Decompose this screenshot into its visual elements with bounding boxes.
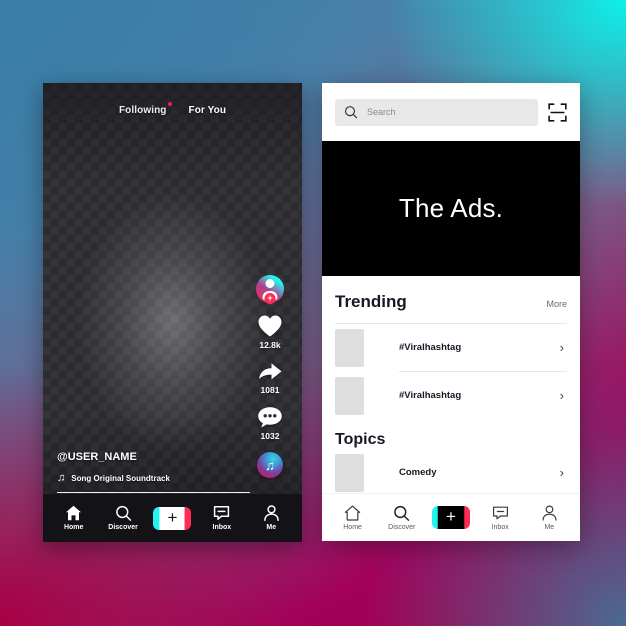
nav-item-inbox[interactable]: Inbox <box>478 505 522 531</box>
music-disc-button[interactable]: ♫ <box>250 452 290 478</box>
bottom-nav-right: Home Discover + Inbox Me <box>322 493 580 541</box>
share-count: 1081 <box>260 385 280 395</box>
new-content-dot-icon <box>167 102 172 106</box>
plus-create-icon[interactable]: + <box>153 506 192 530</box>
hashtag-thumbnail <box>335 328 364 367</box>
profile-avatar-icon: + <box>256 275 284 304</box>
nav-item-me[interactable]: Me <box>527 505 571 531</box>
search-input[interactable]: Search <box>335 98 538 126</box>
like-count: 12.8k <box>259 340 281 350</box>
nav-item-discover[interactable]: Discover <box>101 505 145 531</box>
tab-following-label: Following <box>118 105 167 116</box>
avatar-follow-button[interactable]: + <box>250 275 290 304</box>
nav-label-home: Home <box>343 523 362 531</box>
search-bar: Search <box>322 83 580 141</box>
music-disc-icon: ♫ <box>257 452 283 478</box>
hashtag-label: #Viralhashtag <box>399 390 462 401</box>
nav-label-discover: Discover <box>108 524 138 531</box>
search-icon <box>394 505 410 521</box>
share-arrow-icon <box>259 363 282 380</box>
song-row[interactable]: ♫ Song Original Soundtrack <box>57 472 170 484</box>
comment-bubble-icon <box>258 407 282 428</box>
plus-create-icon[interactable]: + <box>431 506 470 529</box>
plus-glyph: + <box>446 507 456 526</box>
nav-item-inbox[interactable]: Inbox <box>200 505 244 531</box>
nav-item-home[interactable]: Home <box>331 505 375 531</box>
topics-title: Topics <box>335 431 386 448</box>
hashtag-label: #Viralhashtag <box>399 342 462 353</box>
scan-qr-icon[interactable] <box>548 102 567 122</box>
search-placeholder: Search <box>367 107 396 117</box>
tiktok-feed-screen: Following For You + 12.8k 1081 1032 ♫ @U… <box>43 83 302 542</box>
share-button[interactable]: 1081 <box>250 361 290 395</box>
nav-label-me: Me <box>544 523 555 531</box>
ads-banner-text: The Ads. <box>398 193 504 223</box>
list-item[interactable]: #Viralhashtag › <box>335 324 567 371</box>
nav-item-discover[interactable]: Discover <box>380 505 424 531</box>
song-title-label: Song Original Soundtrack <box>71 473 170 483</box>
search-icon <box>344 106 358 119</box>
nav-label-me: Me <box>266 524 277 531</box>
action-rail: + 12.8k 1081 1032 ♫ <box>250 275 290 489</box>
video-caption: @USER_NAME ♫ Song Original Soundtrack <box>57 451 170 484</box>
trending-title: Trending <box>335 292 407 311</box>
chevron-right-icon: › <box>559 388 564 403</box>
plus-glyph: + <box>167 507 178 527</box>
comment-button[interactable]: 1032 <box>250 406 290 441</box>
comment-count: 1032 <box>260 431 280 441</box>
chevron-right-icon: › <box>559 465 564 480</box>
topic-label: Comedy <box>399 467 437 478</box>
avatar-head-shape <box>265 279 275 288</box>
chevron-right-icon: › <box>559 340 564 355</box>
topic-thumbnail <box>335 453 364 492</box>
trending-section: Trending More #Viralhashtag › #Viralhash… <box>322 276 580 496</box>
music-note-icon: ♫ <box>57 472 66 484</box>
tab-following[interactable]: Following <box>118 102 172 116</box>
inbox-icon <box>214 506 230 520</box>
tab-for-you-label: For You <box>188 105 227 116</box>
follow-plus-badge[interactable]: + <box>264 293 276 304</box>
caption-divider <box>57 491 250 493</box>
tiktok-discover-screen: Search The Ads. Trending More #Viralhash… <box>322 83 580 541</box>
feed-tabs: Following For You <box>43 102 302 116</box>
nav-label-home: Home <box>63 524 84 531</box>
home-icon <box>344 505 361 521</box>
nav-label-inbox: Inbox <box>491 523 509 531</box>
nav-item-create[interactable]: + <box>150 506 194 530</box>
hashtag-thumbnail <box>335 376 364 415</box>
tab-for-you[interactable]: For You <box>189 105 227 116</box>
home-icon <box>66 505 82 521</box>
bottom-nav-left: Home Discover + Inbox Me <box>43 494 302 542</box>
person-icon <box>542 505 557 521</box>
trending-more-link[interactable]: More <box>546 299 567 309</box>
heart-icon <box>258 315 282 337</box>
nav-item-create[interactable]: + <box>429 506 473 529</box>
username-label[interactable]: @USER_NAME <box>57 451 170 463</box>
search-icon <box>115 505 131 521</box>
nav-label-discover: Discover <box>388 523 416 531</box>
nav-item-me[interactable]: Me <box>249 505 293 531</box>
nav-item-home[interactable]: Home <box>52 505 96 531</box>
trending-header: Trending More <box>335 276 567 312</box>
person-icon <box>263 505 279 521</box>
list-item[interactable]: #Viralhashtag › <box>335 372 567 419</box>
nav-label-inbox: Inbox <box>212 524 232 531</box>
like-button[interactable]: 12.8k <box>250 314 290 350</box>
list-item[interactable]: Comedy › <box>335 449 567 496</box>
inbox-icon <box>492 506 508 519</box>
ads-banner[interactable]: The Ads. <box>322 141 580 276</box>
